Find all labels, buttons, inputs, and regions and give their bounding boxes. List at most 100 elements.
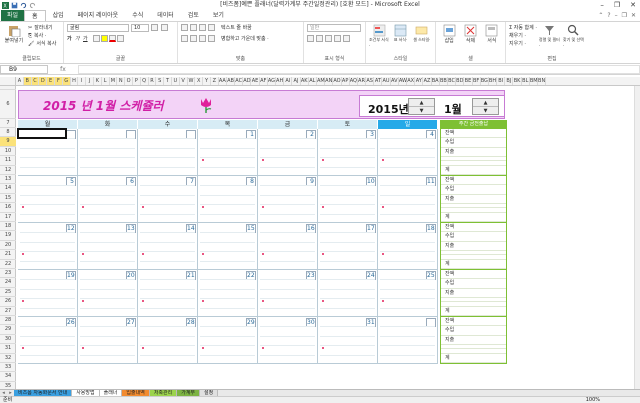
calendar-day-cell[interactable]: 23 bbox=[258, 270, 318, 317]
paste-button[interactable]: 붙여넣기 bbox=[3, 24, 25, 48]
summary-row[interactable]: 계 bbox=[441, 213, 506, 223]
font-size-combo[interactable]: 10 bbox=[131, 24, 149, 32]
row-header-19[interactable]: 19 bbox=[0, 231, 16, 241]
calendar-day-cell[interactable]: 7 bbox=[138, 176, 198, 223]
comma-icon[interactable] bbox=[325, 35, 332, 42]
column-header-z[interactable]: Z bbox=[211, 77, 219, 85]
column-header-x[interactable]: X bbox=[195, 77, 204, 85]
tab-review[interactable]: 검토 bbox=[181, 10, 206, 21]
align-left-icon[interactable] bbox=[181, 35, 188, 42]
calendar-day-cell[interactable]: 19 bbox=[18, 270, 78, 317]
close-icon[interactable]: ✕ bbox=[630, 1, 636, 9]
align-center-icon[interactable] bbox=[190, 35, 197, 42]
cell-styles-button[interactable]: 셀 스타일· bbox=[412, 24, 432, 48]
increase-decimal-icon[interactable] bbox=[334, 35, 341, 42]
column-header-p[interactable]: P bbox=[133, 77, 141, 85]
column-header-r[interactable]: R bbox=[149, 77, 157, 85]
worksheet-grid[interactable]: 2015 년 1월 스케쥴러 2015년 ▲ ▼ 1월 ▲ ▼ 월 화 수 목 … bbox=[16, 86, 634, 389]
format-table-button[interactable]: 표 서식· bbox=[390, 24, 410, 48]
row-header-28[interactable]: 28 bbox=[0, 316, 16, 326]
help-icon[interactable]: ? bbox=[607, 12, 610, 19]
calendar-day-cell[interactable]: 9 bbox=[258, 176, 318, 223]
column-header-af[interactable]: AF bbox=[260, 77, 268, 85]
summary-row[interactable]: 잔액 bbox=[441, 270, 506, 280]
italic-icon[interactable]: 가 bbox=[75, 35, 83, 43]
row-header-14[interactable]: 14 bbox=[0, 184, 16, 194]
column-header-b[interactable]: B bbox=[23, 77, 32, 85]
column-header-l[interactable]: L bbox=[102, 77, 110, 85]
calendar-day-cell[interactable] bbox=[78, 129, 138, 176]
indent-icon[interactable] bbox=[208, 35, 215, 42]
column-header-m[interactable]: M bbox=[110, 77, 118, 85]
column-header-e[interactable]: E bbox=[47, 77, 55, 85]
column-header-az[interactable]: AZ bbox=[423, 77, 432, 85]
calendar-day-cell[interactable]: 6 bbox=[78, 176, 138, 223]
row-header-6[interactable]: 6 bbox=[0, 90, 16, 119]
tab-data[interactable]: 데이터 bbox=[150, 10, 181, 21]
column-header-v[interactable]: V bbox=[180, 77, 188, 85]
clear-button[interactable]: 지우기 · bbox=[509, 40, 537, 48]
month-spinner[interactable]: ▲ ▼ bbox=[472, 98, 499, 115]
row-header-20[interactable]: 20 bbox=[0, 241, 16, 251]
formula-input[interactable] bbox=[78, 65, 640, 74]
tab-insert[interactable]: 삽입 bbox=[46, 10, 71, 21]
calendar-day-cell[interactable]: 17 bbox=[318, 223, 378, 270]
calendar-day-cell[interactable]: 30 bbox=[258, 317, 318, 364]
summary-row[interactable]: 수입 bbox=[441, 185, 506, 195]
column-header-y[interactable]: Y bbox=[203, 77, 211, 85]
column-header-n[interactable]: N bbox=[117, 77, 126, 85]
tab-file[interactable]: 파일 bbox=[1, 10, 25, 21]
column-header-at[interactable]: AT bbox=[374, 77, 383, 85]
summary-row[interactable]: 계 bbox=[441, 307, 506, 317]
column-header-au[interactable]: AU bbox=[382, 77, 391, 85]
zoom-level[interactable]: 100% bbox=[586, 397, 640, 403]
column-header-ai[interactable]: AI bbox=[284, 77, 293, 85]
tab-formulas[interactable]: 수식 bbox=[125, 10, 150, 21]
column-header-ah[interactable]: AH bbox=[276, 77, 285, 85]
summary-row[interactable]: 계 bbox=[441, 354, 506, 364]
summary-row[interactable]: 잔액 bbox=[441, 176, 506, 186]
name-box[interactable]: B9 bbox=[0, 65, 48, 74]
row-header-7[interactable]: 7 bbox=[0, 119, 16, 128]
column-header-ag[interactable]: AG bbox=[268, 77, 277, 85]
calendar-day-cell[interactable]: 20 bbox=[78, 270, 138, 317]
calendar-day-cell[interactable]: 22 bbox=[198, 270, 258, 317]
column-header-as[interactable]: AS bbox=[366, 77, 375, 85]
column-header-bc[interactable]: BC bbox=[448, 77, 457, 85]
align-middle-icon[interactable] bbox=[190, 24, 197, 31]
column-header-bd[interactable]: BD bbox=[456, 77, 465, 85]
column-header-ap[interactable]: AP bbox=[342, 77, 350, 85]
column-header-q[interactable]: Q bbox=[141, 77, 149, 85]
column-header-aj[interactable]: AJ bbox=[292, 77, 301, 85]
column-header-g[interactable]: G bbox=[62, 77, 71, 85]
summary-row[interactable]: 수입 bbox=[441, 138, 506, 148]
row-header-34[interactable]: 34 bbox=[0, 372, 16, 382]
column-header-k[interactable]: K bbox=[94, 77, 102, 85]
year-spinner[interactable]: ▲ ▼ bbox=[408, 98, 435, 115]
row-header-15[interactable]: 15 bbox=[0, 194, 16, 204]
decrease-decimal-icon[interactable] bbox=[343, 35, 350, 42]
bold-icon[interactable]: 가 bbox=[67, 35, 75, 43]
format-cells-button[interactable]: 서식 bbox=[482, 24, 502, 44]
summary-row[interactable]: 지출 bbox=[441, 242, 506, 251]
align-right-icon[interactable] bbox=[199, 35, 206, 42]
column-header-ak[interactable]: AK bbox=[301, 77, 309, 85]
column-header-ao[interactable]: AO bbox=[333, 77, 342, 85]
row-header-25[interactable]: 25 bbox=[0, 288, 16, 298]
summary-row[interactable]: 계 bbox=[441, 260, 506, 270]
row-header-23[interactable]: 23 bbox=[0, 269, 16, 279]
calendar-day-cell[interactable]: 16 bbox=[258, 223, 318, 270]
tab-view[interactable]: 보기 bbox=[206, 10, 231, 21]
column-header-w[interactable]: W bbox=[188, 77, 196, 85]
merge-center-button[interactable]: 병합하고 가운데 맞춤 · bbox=[221, 35, 269, 43]
calendar-day-cell[interactable]: 1 bbox=[198, 129, 258, 176]
calendar-day-cell[interactable]: 26 bbox=[18, 317, 78, 364]
column-header-bm[interactable]: BM bbox=[530, 77, 539, 85]
tab-page-layout[interactable]: 페이지 레이아웃 bbox=[71, 10, 126, 21]
calendar-day-cell[interactable]: 29 bbox=[198, 317, 258, 364]
column-header-ba[interactable]: BA bbox=[432, 77, 440, 85]
summary-row[interactable]: 잔액 bbox=[441, 129, 506, 139]
calendar-day-cell[interactable]: 3 bbox=[318, 129, 378, 176]
row-header-8[interactable]: 8 bbox=[0, 128, 16, 138]
column-header-aa[interactable]: AA bbox=[219, 77, 227, 85]
